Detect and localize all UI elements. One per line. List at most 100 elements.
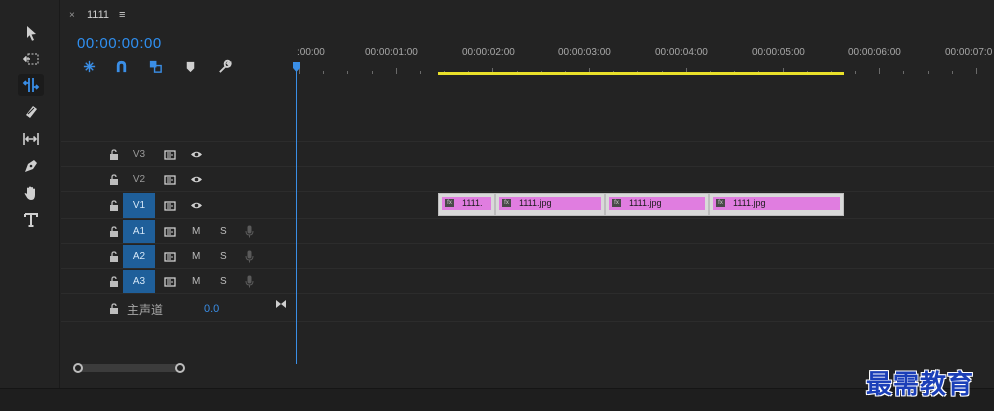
clip-1111-jpg[interactable]: fx 1111.jpg bbox=[605, 193, 709, 216]
track-target-a1[interactable]: A1 bbox=[123, 220, 155, 243]
track-lock-icon[interactable] bbox=[109, 200, 119, 211]
solo-button[interactable]: S bbox=[220, 276, 227, 287]
track-select-tool-icon[interactable] bbox=[18, 48, 44, 70]
ruler-tick bbox=[323, 71, 325, 74]
mute-button[interactable]: M bbox=[192, 276, 200, 287]
watermark-logo: 最需教育 bbox=[866, 370, 975, 400]
fx-badge[interactable]: fx bbox=[612, 199, 621, 207]
master-track-label: 主声道 bbox=[127, 303, 164, 317]
ruler-label: 00:00:04:00 bbox=[655, 47, 708, 58]
sequence-name[interactable]: 1111 bbox=[87, 9, 109, 21]
ruler-tick bbox=[879, 68, 881, 74]
selection-tool-icon[interactable] bbox=[18, 22, 44, 44]
track-v2[interactable] bbox=[297, 167, 994, 192]
track-a2[interactable] bbox=[297, 244, 994, 269]
zoom-handle-right[interactable] bbox=[175, 363, 185, 373]
playhead-timecode[interactable]: 00:00:00:00 bbox=[77, 35, 162, 52]
type-tool-icon[interactable] bbox=[18, 209, 44, 231]
timeline-zoom-scrollbar[interactable] bbox=[61, 362, 994, 376]
track-target-a3[interactable]: A3 bbox=[123, 270, 155, 293]
toggle-output-eye-icon[interactable] bbox=[190, 201, 203, 210]
empty-track-space bbox=[61, 80, 296, 142]
ruler-tick bbox=[903, 71, 905, 74]
hand-tool-icon[interactable] bbox=[18, 182, 44, 204]
sync-lock-icon[interactable] bbox=[164, 277, 176, 287]
track-v3[interactable] bbox=[297, 142, 994, 167]
time-ruler[interactable]: :00:00 00:00:01:00 00:00:02:00 00:00:03:… bbox=[297, 40, 994, 80]
ruler-tick bbox=[927, 71, 929, 74]
track-target-v2[interactable]: V2 bbox=[123, 169, 155, 190]
ripple-edit-tool-icon[interactable] bbox=[18, 74, 44, 96]
sync-lock-icon[interactable] bbox=[164, 150, 176, 160]
ruler-tick bbox=[395, 68, 397, 74]
track-a3[interactable] bbox=[297, 269, 994, 294]
work-area-bar[interactable] bbox=[438, 72, 844, 75]
clip-body: fx 1111.jpg bbox=[499, 197, 601, 210]
sync-lock-icon[interactable] bbox=[164, 252, 176, 262]
track-lock-icon[interactable] bbox=[109, 276, 119, 287]
sync-lock-icon[interactable] bbox=[164, 175, 176, 185]
solo-button[interactable]: S bbox=[220, 226, 227, 237]
close-tab-icon[interactable]: × bbox=[69, 10, 75, 21]
fx-badge[interactable]: fx bbox=[716, 199, 725, 207]
sync-lock-icon[interactable] bbox=[164, 227, 176, 237]
ruler-tick bbox=[347, 71, 349, 74]
playhead-handle-icon[interactable] bbox=[293, 62, 300, 72]
zoom-scroll-thumb[interactable] bbox=[75, 364, 181, 372]
razor-tool-icon[interactable] bbox=[18, 101, 44, 123]
go-to-next-edit-icon[interactable] bbox=[275, 299, 287, 309]
track-lock-icon[interactable] bbox=[109, 251, 119, 262]
zoom-handle-left[interactable] bbox=[73, 363, 83, 373]
ruler-label: 00:00:06:00 bbox=[848, 47, 901, 58]
add-marker-icon[interactable] bbox=[181, 57, 199, 75]
track-header-a2[interactable]: A2 M S bbox=[61, 244, 296, 269]
track-master[interactable] bbox=[297, 294, 994, 322]
pen-tool-icon[interactable] bbox=[18, 155, 44, 177]
fx-badge[interactable]: fx bbox=[445, 199, 454, 207]
track-header-v1[interactable]: V1 bbox=[61, 192, 296, 219]
linked-selection-icon[interactable] bbox=[146, 57, 164, 75]
track-header-master[interactable]: 主声道 0.0 bbox=[61, 294, 296, 322]
fx-badge[interactable]: fx bbox=[502, 199, 511, 207]
snap-in-timeline-icon[interactable] bbox=[112, 57, 130, 75]
playhead-line[interactable] bbox=[296, 62, 297, 364]
track-header-v3[interactable]: V3 bbox=[61, 142, 296, 167]
clip-1111-jpg[interactable]: fx 1111.jpg bbox=[709, 193, 844, 216]
voice-over-record-icon[interactable] bbox=[245, 275, 254, 288]
track-header-v2[interactable]: V2 bbox=[61, 167, 296, 192]
ruler-label: 00:00:01:00 bbox=[365, 47, 418, 58]
clip-1111-jpg[interactable]: fx 1111.jpg bbox=[495, 193, 605, 216]
ruler-label: 00:00:02:00 bbox=[462, 47, 515, 58]
sequence-tab[interactable]: × 1111 ≡ bbox=[61, 0, 994, 30]
track-target-a2[interactable]: A2 bbox=[123, 245, 155, 268]
slip-tool-icon[interactable] bbox=[18, 128, 44, 150]
track-header-a3[interactable]: A3 M S bbox=[61, 269, 296, 294]
track-lock-icon[interactable] bbox=[109, 303, 119, 314]
clip-name: 1111. bbox=[462, 198, 483, 208]
toggle-output-eye-icon[interactable] bbox=[190, 150, 203, 159]
insert-sequence-as-nest-icon[interactable] bbox=[80, 57, 98, 75]
clip-body: fx 1111. bbox=[442, 197, 491, 210]
track-target-v3[interactable]: V3 bbox=[123, 144, 155, 165]
track-headers: V3 V2 V1 A1 M S A2 M S A3 M S 主声道 0.0 bbox=[61, 80, 296, 350]
timeline-settings-icon[interactable] bbox=[215, 57, 233, 75]
ruler-tick bbox=[855, 71, 857, 74]
clip-1111[interactable]: fx 1111. bbox=[438, 193, 495, 216]
ruler-tick bbox=[975, 68, 977, 74]
sync-lock-icon[interactable] bbox=[164, 201, 176, 211]
voice-over-record-icon[interactable] bbox=[245, 250, 254, 263]
track-lock-icon[interactable] bbox=[109, 174, 119, 185]
panel-menu-icon[interactable]: ≡ bbox=[119, 9, 125, 21]
track-target-v1[interactable]: V1 bbox=[123, 193, 155, 218]
voice-over-record-icon[interactable] bbox=[245, 225, 254, 238]
track-lock-icon[interactable] bbox=[109, 226, 119, 237]
track-header-a1[interactable]: A1 M S bbox=[61, 219, 296, 244]
track-lock-icon[interactable] bbox=[109, 149, 119, 160]
track-a1[interactable] bbox=[297, 219, 994, 244]
clip-name: 1111.jpg bbox=[519, 198, 552, 208]
solo-button[interactable]: S bbox=[220, 251, 227, 262]
mute-button[interactable]: M bbox=[192, 251, 200, 262]
mute-button[interactable]: M bbox=[192, 226, 200, 237]
toggle-output-eye-icon[interactable] bbox=[190, 175, 203, 184]
master-volume-value[interactable]: 0.0 bbox=[204, 303, 219, 315]
